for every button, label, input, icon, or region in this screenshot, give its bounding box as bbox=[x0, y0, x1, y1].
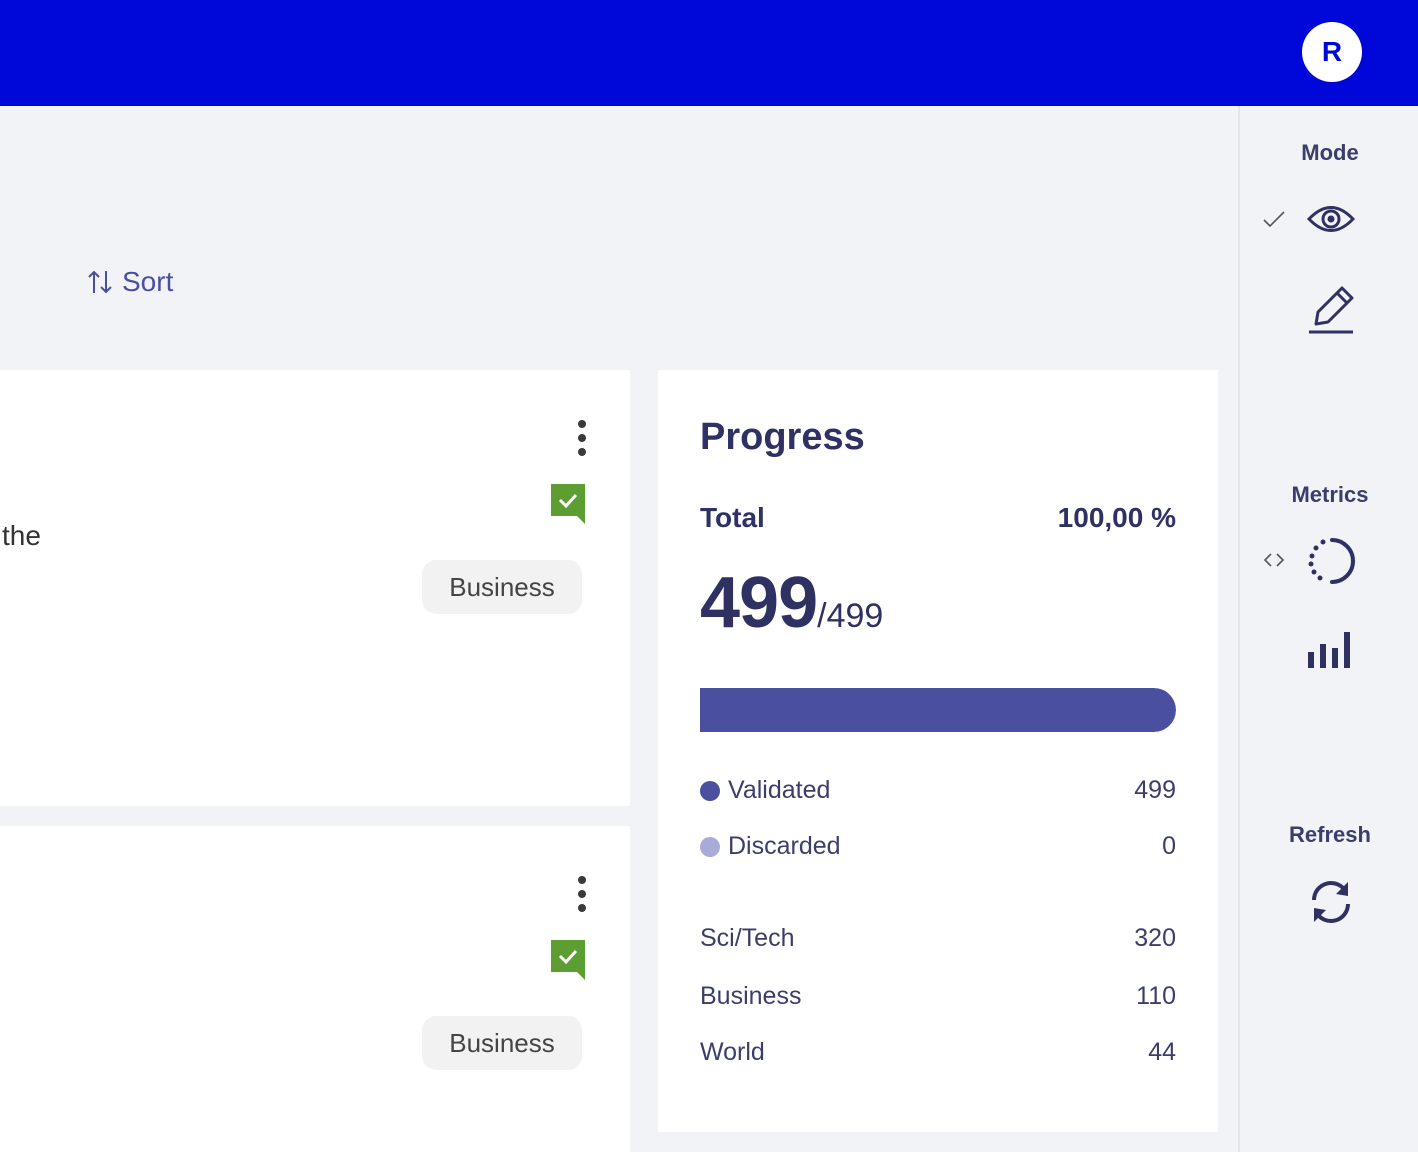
label-row: Business 110 bbox=[700, 982, 1176, 1011]
label-count: 110 bbox=[1136, 982, 1176, 1010]
discarded-dot-icon bbox=[700, 836, 720, 857]
eye-icon[interactable] bbox=[1306, 202, 1356, 236]
sort-arrows-icon bbox=[88, 270, 112, 294]
record-card: the Business bbox=[0, 370, 630, 806]
record-text: the bbox=[2, 520, 41, 551]
code-brackets-icon bbox=[1263, 553, 1285, 567]
total-percent: 100,00 % bbox=[1057, 502, 1176, 533]
record-menu-button[interactable] bbox=[566, 872, 598, 916]
metrics-heading: Metrics bbox=[1291, 482, 1369, 507]
record-label-tag[interactable]: Business bbox=[422, 560, 582, 614]
label-name: World bbox=[700, 1038, 765, 1066]
sort-label: Sort bbox=[122, 266, 174, 297]
progress-bar bbox=[700, 688, 1176, 732]
kebab-dot bbox=[578, 434, 586, 442]
record-card: Business bbox=[0, 826, 630, 1152]
refresh-icon[interactable] bbox=[1306, 878, 1356, 926]
status-label: Discarded bbox=[728, 832, 841, 860]
kebab-dot bbox=[578, 904, 586, 912]
label-row: Sci/Tech 320 bbox=[700, 924, 1176, 953]
bar-chart-icon[interactable] bbox=[1306, 630, 1358, 670]
record-label-tag[interactable]: Business bbox=[422, 1016, 582, 1070]
progress-panel: Progress Total 100,00 % 499/499 Validate… bbox=[658, 370, 1218, 1132]
validated-dot-icon bbox=[700, 780, 720, 801]
progress-count-total: /499 bbox=[817, 597, 884, 635]
status-row-discarded: Discarded 0 bbox=[700, 832, 1176, 861]
mode-heading: Mode bbox=[1301, 140, 1359, 165]
status-label: Validated bbox=[728, 776, 831, 804]
kebab-dot bbox=[578, 876, 586, 884]
label-name: Business bbox=[700, 982, 802, 1010]
progress-count: 499/499 bbox=[700, 562, 883, 644]
status-row-validated: Validated 499 bbox=[700, 776, 1176, 805]
progress-title: Progress bbox=[700, 416, 865, 458]
refresh-heading: Refresh bbox=[1289, 822, 1371, 847]
label-row: World 44 bbox=[700, 1038, 1176, 1067]
sort-button[interactable]: Sort bbox=[86, 262, 173, 302]
active-check-icon bbox=[1263, 211, 1285, 228]
user-avatar[interactable]: R bbox=[1302, 22, 1362, 82]
progress-count-value: 499 bbox=[700, 563, 818, 643]
kebab-dot bbox=[578, 448, 586, 456]
progress-circle-icon[interactable] bbox=[1306, 536, 1358, 586]
status-value: 0 bbox=[1162, 832, 1176, 860]
label-count: 320 bbox=[1134, 924, 1176, 952]
validated-check-icon bbox=[551, 940, 585, 980]
right-sidebar: Mode Metrics Refresh bbox=[1238, 106, 1418, 1152]
pencil-icon[interactable] bbox=[1306, 284, 1356, 336]
label-count: 44 bbox=[1148, 1038, 1176, 1066]
label-name: Sci/Tech bbox=[700, 924, 795, 952]
progress-bar-fill bbox=[700, 688, 1176, 732]
kebab-dot bbox=[578, 420, 586, 428]
total-label: Total bbox=[700, 502, 765, 533]
record-menu-button[interactable] bbox=[566, 416, 598, 460]
validated-check-icon bbox=[551, 484, 585, 524]
top-bar: R bbox=[0, 0, 1418, 106]
status-value: 499 bbox=[1134, 776, 1176, 804]
kebab-dot bbox=[578, 890, 586, 898]
